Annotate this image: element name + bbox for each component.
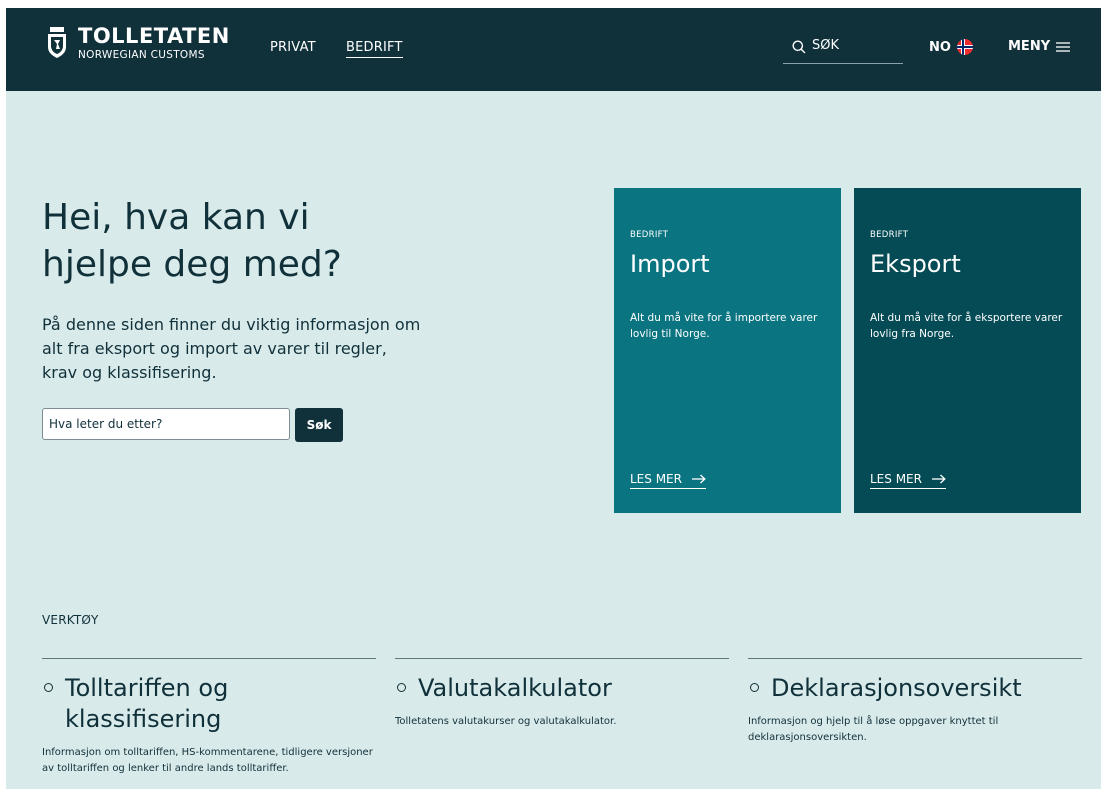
header-search-label: SØK	[812, 38, 840, 53]
crest-icon	[48, 27, 66, 59]
read-more-label: LES MER	[870, 472, 922, 486]
read-more-label: LES MER	[630, 472, 682, 486]
hero-title: Hei, hva kan vi hjelpe deg med?	[42, 197, 342, 285]
card-eyebrow: BEDRIFT	[870, 230, 909, 240]
arrow-right-icon	[691, 474, 706, 484]
read-more-link[interactable]: LES MER	[870, 472, 946, 489]
language-label: NO	[929, 39, 951, 55]
tool-valutakalkulator[interactable]: Valutakalkulator Tolletatens valutakurse…	[395, 658, 729, 730]
logo-title: TOLLETATEN	[78, 24, 230, 48]
eksport-card[interactable]: BEDRIFT Eksport Alt du må vite for å eks…	[854, 188, 1081, 513]
ring-bullet-icon	[750, 683, 759, 692]
search-button[interactable]: Søk	[295, 408, 343, 442]
card-eyebrow: BEDRIFT	[630, 230, 669, 240]
nav-bedrift[interactable]: BEDRIFT	[346, 40, 403, 58]
menu-label: MENY	[1008, 39, 1051, 54]
tool-deklarasjonsoversikt[interactable]: Deklarasjonsoversikt Informasjon og hjel…	[748, 658, 1082, 746]
site-header: TOLLETATEN NORWEGIAN CUSTOMS PRIVAT BEDR…	[6, 8, 1101, 91]
tool-description: Tolletatens valutakurser og valutakalkul…	[395, 716, 617, 727]
nav-privat[interactable]: PRIVAT	[270, 40, 316, 55]
tool-description: Informasjon og hjelp til å løse oppgaver…	[748, 716, 999, 743]
card-description: Alt du må vite for å eksportere varer lo…	[870, 312, 1063, 340]
card-title: Eksport	[870, 250, 961, 278]
tool-title: Valutakalkulator	[418, 674, 612, 702]
tool-description: Informasjon om tolltariffen, HS-kommenta…	[42, 747, 373, 774]
hamburger-icon	[1056, 41, 1071, 52]
menu-button[interactable]: MENY	[1008, 39, 1071, 54]
import-card[interactable]: BEDRIFT Import Alt du må vite for å impo…	[614, 188, 841, 513]
tool-title: Tolltariffen og klassifisering	[65, 674, 229, 733]
page: TOLLETATEN NORWEGIAN CUSTOMS PRIVAT BEDR…	[6, 8, 1101, 789]
tools-heading: VERKTØY	[42, 613, 99, 627]
arrow-right-icon	[931, 474, 946, 484]
logo-subtitle: NORWEGIAN CUSTOMS	[78, 49, 205, 61]
read-more-link[interactable]: LES MER	[630, 472, 706, 489]
search-icon	[792, 40, 806, 54]
language-switch[interactable]: NO	[929, 39, 973, 55]
tool-title: Deklarasjonsoversikt	[771, 674, 1022, 702]
search-input[interactable]	[42, 408, 290, 440]
ring-bullet-icon	[397, 683, 406, 692]
ring-bullet-icon	[44, 683, 53, 692]
hero-text: På denne siden finner du viktig informas…	[42, 315, 421, 382]
norway-flag-icon	[956, 39, 973, 55]
tool-tolltariffen[interactable]: Tolltariffen og klassifisering Informasj…	[42, 658, 376, 777]
header-search-button[interactable]: SØK	[783, 38, 903, 64]
logo-link[interactable]: TOLLETATEN NORWEGIAN CUSTOMS	[46, 26, 230, 61]
card-description: Alt du må vite for å importere varer lov…	[630, 312, 818, 340]
card-title: Import	[630, 250, 710, 278]
